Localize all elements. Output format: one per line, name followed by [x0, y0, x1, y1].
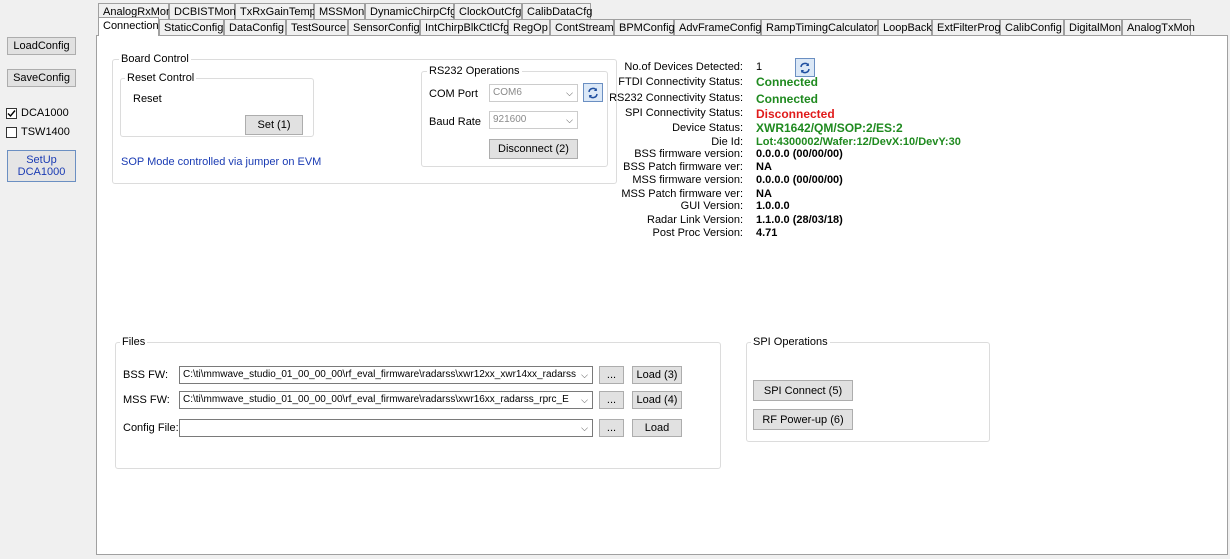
- status-spi-label: SPI Connectivity Status:: [625, 107, 743, 119]
- setup-dca1000-line2: DCA1000: [17, 166, 66, 178]
- tab-regop[interactable]: RegOp: [508, 19, 550, 35]
- spi-operations-title: SPI Operations: [751, 336, 830, 348]
- connection-panel: Board Control Reset Control Reset Set (1…: [96, 35, 1228, 555]
- status-gui-value: 1.0.0.0: [756, 200, 790, 212]
- baud-rate-label: Baud Rate: [429, 116, 481, 128]
- tab-digitalmon[interactable]: DigitalMon: [1064, 19, 1122, 35]
- tab-extfilterprog[interactable]: ExtFilterProg: [932, 19, 1001, 35]
- status-devices-value: 1: [756, 61, 763, 73]
- load-mss-button[interactable]: Load (4): [632, 391, 682, 409]
- status-mss-fw-label: MSS firmware version:: [632, 174, 743, 186]
- mss-browse-button[interactable]: ...: [599, 391, 624, 409]
- tab-connection[interactable]: Connection: [98, 17, 159, 36]
- status-device-value: XWR1642/QM/SOP:2/ES:2: [756, 121, 903, 135]
- chevron-down-icon: ⌵: [577, 420, 592, 436]
- status-ftdi-label: FTDI Connectivity Status:: [618, 76, 743, 88]
- load-bss-button[interactable]: Load (3): [632, 366, 682, 384]
- tab-bpmconfig[interactable]: BPMConfig: [614, 19, 675, 35]
- status-dieid-value: Lot:4300002/Wafer:12/DevX:10/DevY:30: [756, 136, 961, 148]
- load-config-button[interactable]: LoadConfig: [7, 37, 76, 55]
- tab-dcbistmon[interactable]: DCBISTMon: [169, 3, 236, 19]
- tab-staticconfig[interactable]: StaticConfig: [159, 19, 224, 35]
- board-control-title: Board Control: [119, 53, 191, 65]
- tab-intchirpblkctlcfg[interactable]: IntChirpBlkCtlCfg: [420, 19, 509, 35]
- tab-testsource[interactable]: TestSource: [286, 19, 348, 35]
- refresh-icon: [800, 62, 810, 73]
- status-dieid-label: Die Id:: [711, 136, 743, 148]
- rf-power-up-button[interactable]: RF Power-up (6): [753, 409, 853, 430]
- tab-advframeconfig[interactable]: AdvFrameConfig: [674, 19, 762, 35]
- tab-loopback[interactable]: LoopBack: [878, 19, 932, 35]
- tsw1400-checkbox[interactable]: [6, 127, 17, 138]
- tab-ramptimingcalculator[interactable]: RampTimingCalculator: [761, 19, 878, 35]
- config-file-select[interactable]: ⌵: [179, 419, 593, 437]
- status-ftdi-value: Connected: [756, 75, 819, 89]
- tab-sensorconfig[interactable]: SensorConfig: [348, 19, 420, 35]
- bss-browse-button[interactable]: ...: [599, 366, 624, 384]
- checkmark-icon: [7, 110, 16, 118]
- reset-label: Reset: [133, 93, 162, 105]
- status-mss-fw-value: 0.0.0.0 (00/00/00): [756, 174, 843, 186]
- status-spi-value: Disconnected: [756, 107, 835, 121]
- setup-dca1000-button[interactable]: SetUp DCA1000: [7, 150, 76, 182]
- status-device-label: Device Status:: [672, 122, 743, 134]
- config-browse-button[interactable]: ...: [599, 419, 624, 437]
- files-title: Files: [120, 336, 148, 348]
- tab-clockoutcfg[interactable]: ClockOutCfg: [454, 3, 522, 19]
- dca1000-checkbox[interactable]: [6, 108, 17, 119]
- com-port-label: COM Port: [429, 88, 478, 100]
- tab-dynamicchirpcfg[interactable]: DynamicChirpCfg: [365, 3, 456, 19]
- status-bss-patch-value: NA: [756, 161, 772, 173]
- sop-mode-text: SOP Mode controlled via jumper on EVM: [121, 156, 322, 168]
- status-devices-label: No.of Devices Detected:: [624, 61, 743, 73]
- status-mss-patch-value: NA: [756, 188, 772, 200]
- tab-mssmon[interactable]: MSSMon: [314, 3, 365, 19]
- chevron-down-icon: ⌵: [577, 367, 592, 383]
- chevron-down-icon: ⌵: [577, 392, 592, 408]
- dca1000-label: DCA1000: [21, 107, 69, 119]
- status-mss-patch-label: MSS Patch firmware ver:: [621, 188, 743, 200]
- status-radarlink-value: 1.1.0.0 (28/03/18): [756, 214, 843, 226]
- status-bss-fw-value: 0.0.0.0 (00/00/00): [756, 148, 843, 160]
- status-rs232-value: Connected: [756, 92, 819, 106]
- mss-fw-value: C:\ti\mmwave_studio_01_00_00_00\rf_eval_…: [183, 394, 569, 405]
- tab-contstream[interactable]: ContStream: [550, 19, 614, 35]
- load-config-file-button[interactable]: Load: [632, 419, 682, 437]
- setup-dca1000-line1: SetUp: [26, 154, 57, 166]
- mss-fw-label: MSS FW:: [123, 394, 170, 406]
- tab-dataconfig[interactable]: DataConfig: [224, 19, 286, 35]
- tab-calibdatacfg[interactable]: CalibDataCfg: [522, 3, 592, 19]
- config-file-label: Config File:: [123, 422, 179, 434]
- tab-calibconfig[interactable]: CalibConfig: [1000, 19, 1064, 35]
- status-postproc-label: Post Proc Version:: [652, 227, 744, 239]
- bss-fw-label: BSS FW:: [123, 369, 169, 381]
- status-bss-fw-label: BSS firmware version:: [634, 148, 743, 160]
- tab-txrxgaintemp[interactable]: TxRxGainTemp: [235, 3, 316, 19]
- status-gui-label: GUI Version:: [680, 200, 743, 212]
- mss-fw-select[interactable]: C:\ti\mmwave_studio_01_00_00_00\rf_eval_…: [179, 391, 593, 409]
- status-rs232-label: RS232 Connectivity Status:: [609, 92, 743, 104]
- bss-fw-value: C:\ti\mmwave_studio_01_00_00_00\rf_eval_…: [183, 369, 576, 380]
- reset-control-title: Reset Control: [125, 72, 197, 84]
- tsw1400-label: TSW1400: [21, 126, 70, 138]
- status-radarlink-label: Radar Link Version:: [647, 214, 743, 226]
- spi-connect-button[interactable]: SPI Connect (5): [753, 380, 853, 401]
- status-postproc-value: 4.71: [756, 227, 778, 239]
- bss-fw-select[interactable]: C:\ti\mmwave_studio_01_00_00_00\rf_eval_…: [179, 366, 593, 384]
- set-reset-button[interactable]: Set (1): [245, 115, 303, 135]
- status-bss-patch-label: BSS Patch firmware ver:: [623, 161, 743, 173]
- tab-analogtxmon[interactable]: AnalogTxMon: [1122, 19, 1195, 35]
- save-config-button[interactable]: SaveConfig: [7, 69, 76, 87]
